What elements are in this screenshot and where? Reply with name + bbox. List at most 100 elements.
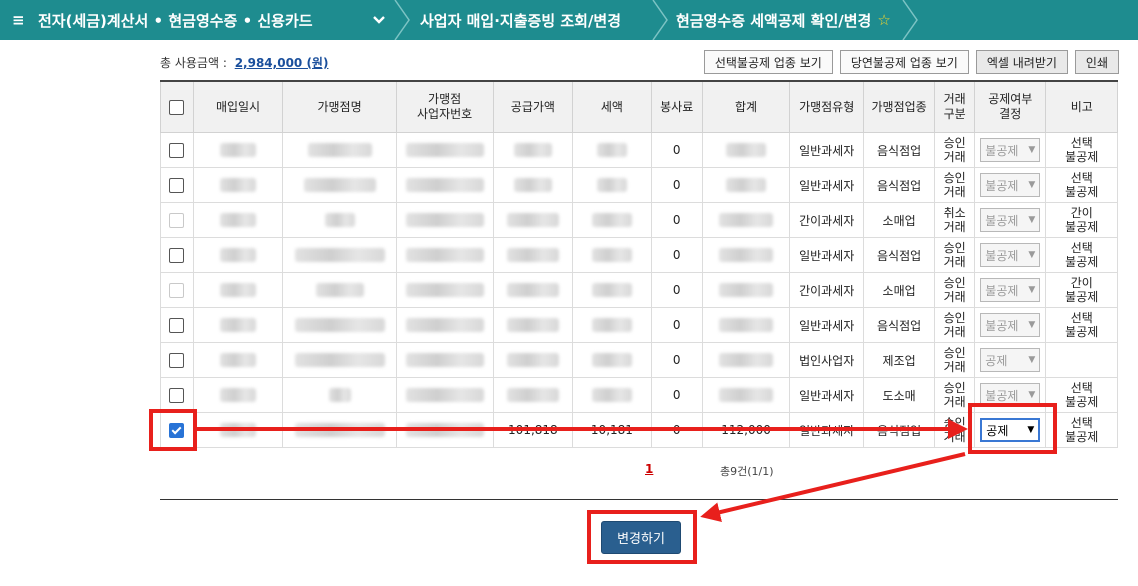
redacted-biz-no	[405, 143, 484, 158]
chevron-down-icon: ▼	[1028, 320, 1036, 330]
trade-type-cell: 승인 거래	[934, 167, 976, 203]
row-checkbox[interactable]	[169, 352, 185, 368]
redacted-biz-no	[405, 388, 484, 403]
redacted-supply	[506, 283, 559, 298]
row-checkbox-checked[interactable]	[169, 422, 185, 438]
excel-download-button[interactable]: 엑셀 내려받기	[975, 50, 1068, 74]
star-icon[interactable]: ☆	[877, 11, 890, 29]
merchant-type-cell: 일반과세자	[789, 307, 864, 343]
breadcrumb-purchase-evidence[interactable]: 사업자 매입·지출증빙 조회/변경	[420, 0, 621, 40]
breadcrumb-current-page: 현금영수증 세액공제 확인/변경 ☆	[676, 0, 891, 40]
redacted-merchant	[294, 423, 385, 438]
chevron-down-icon: ▼	[1028, 250, 1036, 260]
select-all-checkbox[interactable]	[169, 99, 185, 115]
redacted-tax	[591, 213, 632, 228]
table-row: 0 일반과세자 음식점업 승인 거래 불공제 ▼ 선택 불공제	[160, 237, 1118, 273]
page-title: 현금영수증 세액공제 확인/변경	[676, 11, 872, 30]
trade-type-cell: 취소 거래	[934, 202, 976, 238]
service-cell: 0	[650, 342, 703, 378]
redacted-date	[220, 213, 257, 228]
trade-type-cell: 승인 거래	[934, 132, 976, 168]
industry-cell: 음식점업	[862, 307, 936, 343]
redacted-tax	[596, 143, 627, 158]
header-merchant-type: 가맹점유형	[789, 80, 864, 133]
redacted-biz-no	[405, 178, 484, 193]
header-supply: 공급가액	[492, 80, 574, 133]
obvious-nondeductible-industry-button[interactable]: 당연불공제 업종 보기	[839, 50, 969, 74]
merchant-type-cell: 법인사업자	[789, 342, 864, 378]
merchant-type-cell: 간이과세자	[789, 202, 864, 238]
redacted-merchant	[294, 353, 385, 368]
redacted-supply	[506, 213, 559, 228]
chevron-down-icon: ▼	[1027, 425, 1035, 435]
deduction-select[interactable]: 불공제 ▼	[980, 243, 1041, 267]
deduction-select: 불공제 ▼	[980, 208, 1041, 232]
deduction-select-active[interactable]: 공제 ▼	[980, 418, 1041, 442]
row-checkbox[interactable]	[169, 387, 185, 403]
redacted-biz-no	[405, 353, 484, 368]
select-all-header	[160, 80, 194, 133]
redacted-biz-no	[405, 318, 484, 333]
chevron-down-icon[interactable]	[372, 0, 386, 40]
redacted-date	[220, 248, 257, 263]
table-row: 0 간이과세자 소매업 취소 거래 불공제 ▼ 간이 불공제	[160, 202, 1118, 238]
deduction-select: 불공제 ▼	[980, 278, 1041, 302]
table-row: 0 일반과세자 음식점업 승인 거래 불공제 ▼ 선택 불공제	[160, 132, 1118, 168]
redacted-total	[719, 283, 774, 298]
total-count: 총9건(1/1)	[720, 465, 774, 478]
service-cell: 0	[650, 307, 703, 343]
redacted-merchant	[294, 248, 385, 263]
redacted-biz-no	[405, 213, 484, 228]
note-cell: 선택 불공제	[1045, 132, 1118, 168]
header-service: 봉사료	[650, 80, 703, 133]
note-cell: 선택 불공제	[1045, 412, 1118, 448]
supply-cell: 101,818	[492, 412, 574, 448]
row-checkbox[interactable]	[169, 317, 185, 333]
chevron-down-icon: ▼	[1028, 180, 1036, 190]
tax-cell: 10,181	[572, 412, 652, 448]
redacted-supply	[506, 388, 559, 403]
total-usage-amount-link[interactable]: 2,984,000 (원)	[235, 56, 329, 70]
menu-icon[interactable]: ≡	[12, 0, 25, 40]
row-checkbox[interactable]	[169, 247, 185, 263]
redacted-total	[719, 213, 774, 228]
header-date: 매입일시	[192, 80, 284, 133]
row-checkbox[interactable]	[169, 177, 185, 193]
service-cell: 0	[650, 412, 703, 448]
table-row: 0 간이과세자 소매업 승인 거래 불공제 ▼ 간이 불공제	[160, 272, 1118, 308]
redacted-merchant	[307, 143, 372, 158]
service-cell: 0	[650, 167, 703, 203]
change-button[interactable]: 변경하기	[601, 521, 681, 554]
deduction-select[interactable]: 불공제 ▼	[980, 313, 1041, 337]
deduction-select[interactable]: 불공제 ▼	[980, 138, 1041, 162]
redacted-date	[220, 423, 257, 438]
row-checkbox[interactable]	[169, 142, 185, 158]
header-total: 합계	[701, 80, 791, 133]
redacted-supply	[506, 318, 559, 333]
deduction-select[interactable]: 불공제 ▼	[980, 383, 1041, 407]
redacted-total	[719, 318, 774, 333]
service-cell: 0	[650, 272, 703, 308]
redacted-total	[726, 178, 767, 193]
deduction-select[interactable]: 공제 ▼	[980, 348, 1041, 372]
deduction-select[interactable]: 불공제 ▼	[980, 173, 1041, 197]
header-deduction: 공제여부 결정	[974, 80, 1047, 133]
row-checkbox	[169, 282, 185, 298]
print-button[interactable]: 인쇄	[1074, 50, 1119, 74]
page-link[interactable]: 1	[645, 462, 653, 476]
note-cell: 간이 불공제	[1045, 202, 1118, 238]
redacted-supply	[506, 248, 559, 263]
redacted-date	[220, 283, 257, 298]
total-cell: 112,000	[701, 412, 791, 448]
header-industry: 가맹점업종	[862, 80, 936, 133]
top-nav-bar: ≡ 전자(세금)계산서 • 현금영수증 • 신용카드 사업자 매입·지출증빙 조…	[0, 0, 1138, 40]
table-row: 0 일반과세자 도소매 승인 거래 불공제 ▼ 선택 불공제	[160, 377, 1118, 413]
merchant-type-cell: 일반과세자	[789, 132, 864, 168]
nav-section-title[interactable]: 전자(세금)계산서 • 현금영수증 • 신용카드	[38, 0, 313, 40]
trade-type-cell: 승인 거래	[934, 412, 976, 448]
total-usage-summary: 총 사용금액 : 2,984,000 (원)	[160, 54, 328, 71]
table-row: 0 일반과세자 음식점업 승인 거래 불공제 ▼ 선택 불공제	[160, 167, 1118, 203]
selective-nondeductible-industry-button[interactable]: 선택불공제 업종 보기	[703, 50, 833, 74]
redacted-date	[220, 143, 257, 158]
industry-cell: 소매업	[862, 272, 936, 308]
